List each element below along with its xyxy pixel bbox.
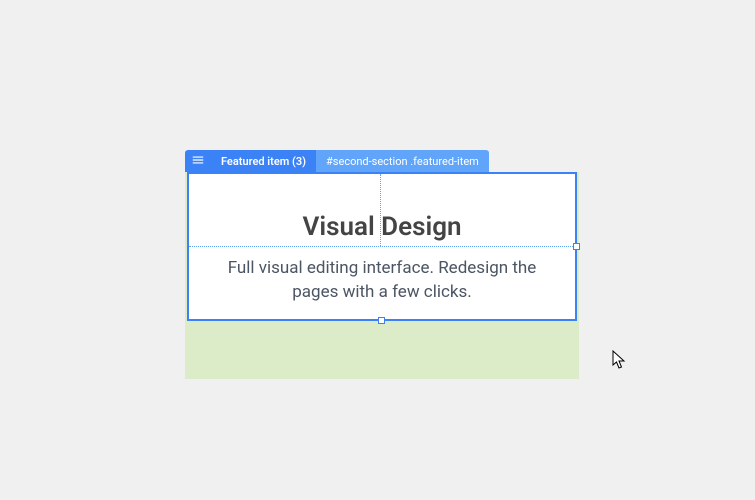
mouse-cursor: [612, 350, 628, 374]
center-guide-horizontal: [189, 246, 575, 247]
card-description[interactable]: Full visual editing interface. Redesign …: [213, 256, 551, 305]
center-guide-vertical: [380, 174, 381, 246]
element-label[interactable]: Featured item (3): [211, 150, 316, 172]
selection-toolbar: Featured item (3) #second-section .featu…: [185, 150, 489, 172]
element-menu-button[interactable]: [185, 150, 211, 172]
resize-handle-right[interactable]: [573, 243, 580, 250]
hamburger-icon: [191, 153, 205, 170]
element-selector[interactable]: #second-section .featured-item: [316, 150, 489, 172]
card-title[interactable]: Visual Design: [302, 212, 461, 242]
resize-handle-bottom[interactable]: [378, 317, 385, 324]
